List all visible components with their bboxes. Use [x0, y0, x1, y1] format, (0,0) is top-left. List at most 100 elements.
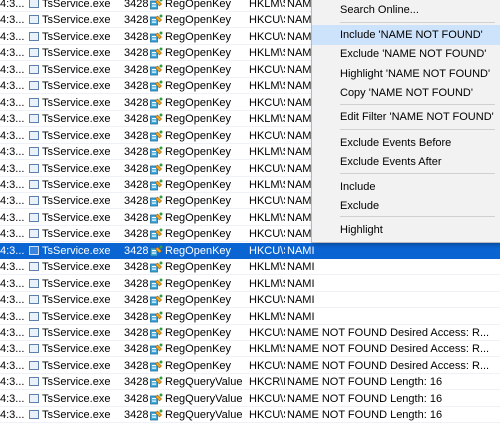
menu-separator: [340, 173, 495, 174]
menu-item-copy-value[interactable]: Copy 'NAME NOT FOUND': [312, 83, 500, 103]
table-row[interactable]: 4:3... TsService.exe 3428 RegOpenKey HKLM\S.…: [0, 276, 500, 292]
process-name-cell: TsService.exe: [42, 294, 111, 307]
process-name-cell: TsService.exe: [42, 113, 111, 126]
path-cell: HKLM\S...: [249, 261, 285, 274]
path-cell: HKCU\S...: [249, 228, 285, 241]
registry-icon: [150, 144, 164, 160]
menu-item-search-online[interactable]: Search Online...: [312, 0, 500, 20]
operation-cell: RegQueryValue: [165, 409, 243, 422]
result-cell: NAME NOT FOUND Desired Access: R...: [287, 327, 490, 339]
path-cell: HKCU\S...: [249, 195, 285, 208]
pid-cell: 3428: [124, 277, 149, 290]
table-row[interactable]: 4:3... TsService.exe 3428 RegQueryValue HKCU…: [0, 391, 500, 407]
process-window-icon: [29, 177, 41, 193]
registry-icon: [150, 276, 164, 292]
operation-cell: RegOpenKey: [165, 14, 232, 27]
time-cell: 4:3...: [0, 277, 25, 290]
menu-item-exclude-events-before[interactable]: Exclude Events Before: [312, 133, 500, 153]
pid-cell: 3428: [124, 162, 149, 175]
pid-cell: 3428: [124, 63, 149, 76]
time-cell: 4:3...: [0, 47, 25, 60]
operation-cell: RegOpenKey: [165, 277, 232, 290]
registry-icon: [150, 0, 164, 12]
process-window-icon: [29, 276, 41, 292]
menu-item-highlight[interactable]: Highlight: [312, 220, 500, 240]
process-window-icon: [29, 62, 41, 78]
registry-icon: [150, 309, 164, 325]
process-window-icon: [29, 243, 41, 259]
time-cell: 4:3...: [0, 80, 25, 93]
pid-cell: 3428: [124, 178, 149, 191]
process-window-icon: [29, 391, 41, 407]
process-window-icon: [29, 210, 41, 226]
operation-cell: RegOpenKey: [165, 310, 232, 323]
path-cell: HKCU\S...: [249, 244, 285, 257]
time-cell: 4:3...: [0, 244, 25, 257]
table-row[interactable]: 4:3... TsService.exe 3428 RegQueryValue HKCU…: [0, 407, 500, 423]
table-row[interactable]: 4:3... TsService.exe 3428 RegOpenKey HKCU\So…: [0, 358, 500, 374]
process-window-icon: [29, 0, 41, 12]
menu-item-edit-filter[interactable]: Edit Filter 'NAME NOT FOUND': [312, 107, 500, 127]
pid-cell: 3428: [124, 409, 149, 422]
menu-item-exclude-value[interactable]: Exclude 'NAME NOT FOUND': [312, 44, 500, 64]
process-name-cell: TsService.exe: [42, 261, 111, 274]
time-cell: 4:3...: [0, 409, 25, 422]
process-window-icon: [29, 226, 41, 242]
result-cell: NAMI: [287, 261, 315, 274]
process-name-cell: TsService.exe: [42, 129, 111, 142]
registry-icon: [150, 391, 164, 407]
operation-cell: RegOpenKey: [165, 343, 232, 356]
process-name-cell: TsService.exe: [42, 310, 111, 323]
operation-cell: RegOpenKey: [165, 80, 232, 93]
time-cell: 4:3...: [0, 195, 25, 208]
registry-icon: [150, 292, 164, 308]
menu-separator: [340, 216, 495, 217]
menu-item-include[interactable]: Include: [312, 177, 500, 197]
table-row[interactable]: 4:3... TsService.exe 3428 RegOpenKey HKCU\S.…: [0, 292, 500, 309]
process-name-cell: TsService.exe: [42, 63, 111, 76]
pid-cell: 3428: [124, 244, 149, 257]
registry-icon: [150, 12, 164, 28]
process-name-cell: TsService.exe: [42, 343, 111, 356]
process-name-cell: TsService.exe: [42, 14, 111, 27]
operation-cell: RegOpenKey: [165, 228, 232, 241]
process-window-icon: [29, 374, 41, 390]
registry-icon: [150, 161, 164, 177]
table-row[interactable]: 4:3... TsService.exe 3428 RegOpenKey HKCU\S.…: [0, 242, 500, 259]
time-cell: 4:3...: [0, 392, 25, 405]
operation-cell: RegQueryValue: [165, 392, 243, 405]
operation-cell: RegOpenKey: [165, 30, 232, 43]
pid-cell: 3428: [124, 294, 149, 307]
menu-item-exclude[interactable]: Exclude: [312, 196, 500, 216]
registry-icon: [150, 407, 164, 423]
operation-cell: RegOpenKey: [165, 96, 232, 109]
path-cell: HKLM\S...: [249, 211, 285, 224]
pid-cell: 3428: [124, 47, 149, 60]
menu-separator: [340, 22, 495, 23]
menu-item-include-value[interactable]: Include 'NAME NOT FOUND': [312, 25, 500, 45]
operation-cell: RegOpenKey: [165, 261, 232, 274]
context-menu[interactable]: Search Online... Include 'NAME NOT FOUND'…: [311, 0, 500, 243]
process-window-icon: [29, 358, 41, 374]
pid-cell: 3428: [124, 359, 149, 372]
menu-item-highlight-value[interactable]: Highlight 'NAME NOT FOUND': [312, 64, 500, 84]
process-name-cell: TsService.exe: [42, 228, 111, 241]
time-cell: 4:3...: [0, 343, 25, 356]
table-row[interactable]: 4:3... TsService.exe 3428 RegOpenKey HKLM\S.…: [0, 341, 500, 358]
path-cell: HKLM\S...: [249, 310, 285, 323]
path-cell: HKCU\S...: [249, 327, 285, 339]
table-row[interactable]: 4:3... TsService.exe 3428 RegOpenKey HKLM\S.…: [0, 309, 500, 325]
result-cell: NAME NOT FOUND Desired Access: R...: [287, 359, 490, 372]
menu-item-exclude-events-after[interactable]: Exclude Events After: [312, 152, 500, 172]
process-name-cell: TsService.exe: [42, 146, 111, 159]
table-row[interactable]: 4:3... TsService.exe 3428 RegOpenKey HKCU\S.…: [0, 325, 500, 341]
table-row[interactable]: 4:3... TsService.exe 3428 RegOpenKey HKLM\S.…: [0, 259, 500, 276]
table-row[interactable]: 4:3... TsService.exe 3428 RegQueryValue HKCR…: [0, 374, 500, 391]
process-name-cell: TsService.exe: [42, 162, 111, 175]
registry-icon: [150, 45, 164, 61]
pid-cell: 3428: [124, 211, 149, 224]
registry-icon: [150, 259, 164, 275]
process-name-cell: TsService.exe: [42, 178, 111, 191]
registry-icon: [150, 177, 164, 193]
time-cell: 4:3...: [0, 359, 25, 372]
